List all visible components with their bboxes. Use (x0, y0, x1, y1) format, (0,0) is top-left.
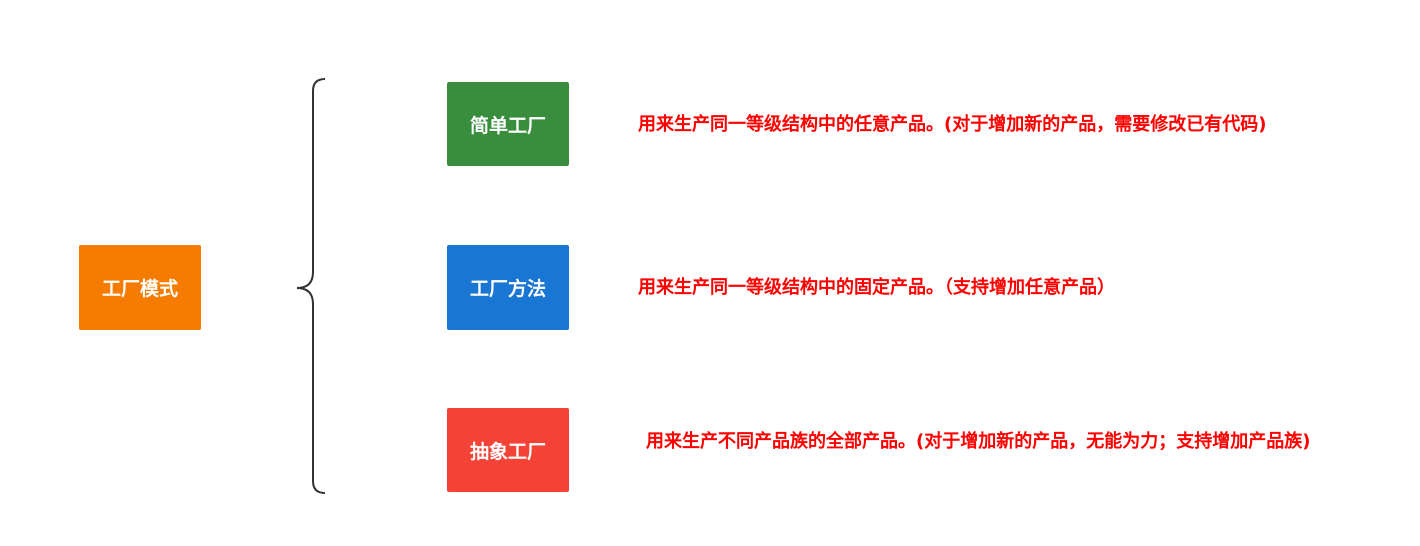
description-abstract-factory: 用来生产不同产品族的全部产品。(对于增加新的产品，无能为力；支持增加产品族) (646, 431, 1311, 452)
curly-brace-connector (296, 78, 326, 494)
branch-node-abstract-factory: 抽象工厂 (447, 408, 569, 492)
branch-node-factory-method: 工厂方法 (447, 245, 569, 330)
description-simple-factory: 用来生产同一等级结构中的任意产品。(对于增加新的产品，需要修改已有代码) (638, 114, 1267, 135)
description-factory-method: 用来生产同一等级结构中的固定产品。（支持增加任意产品） (638, 277, 1115, 298)
branch-node-simple-factory: 简单工厂 (447, 82, 569, 166)
